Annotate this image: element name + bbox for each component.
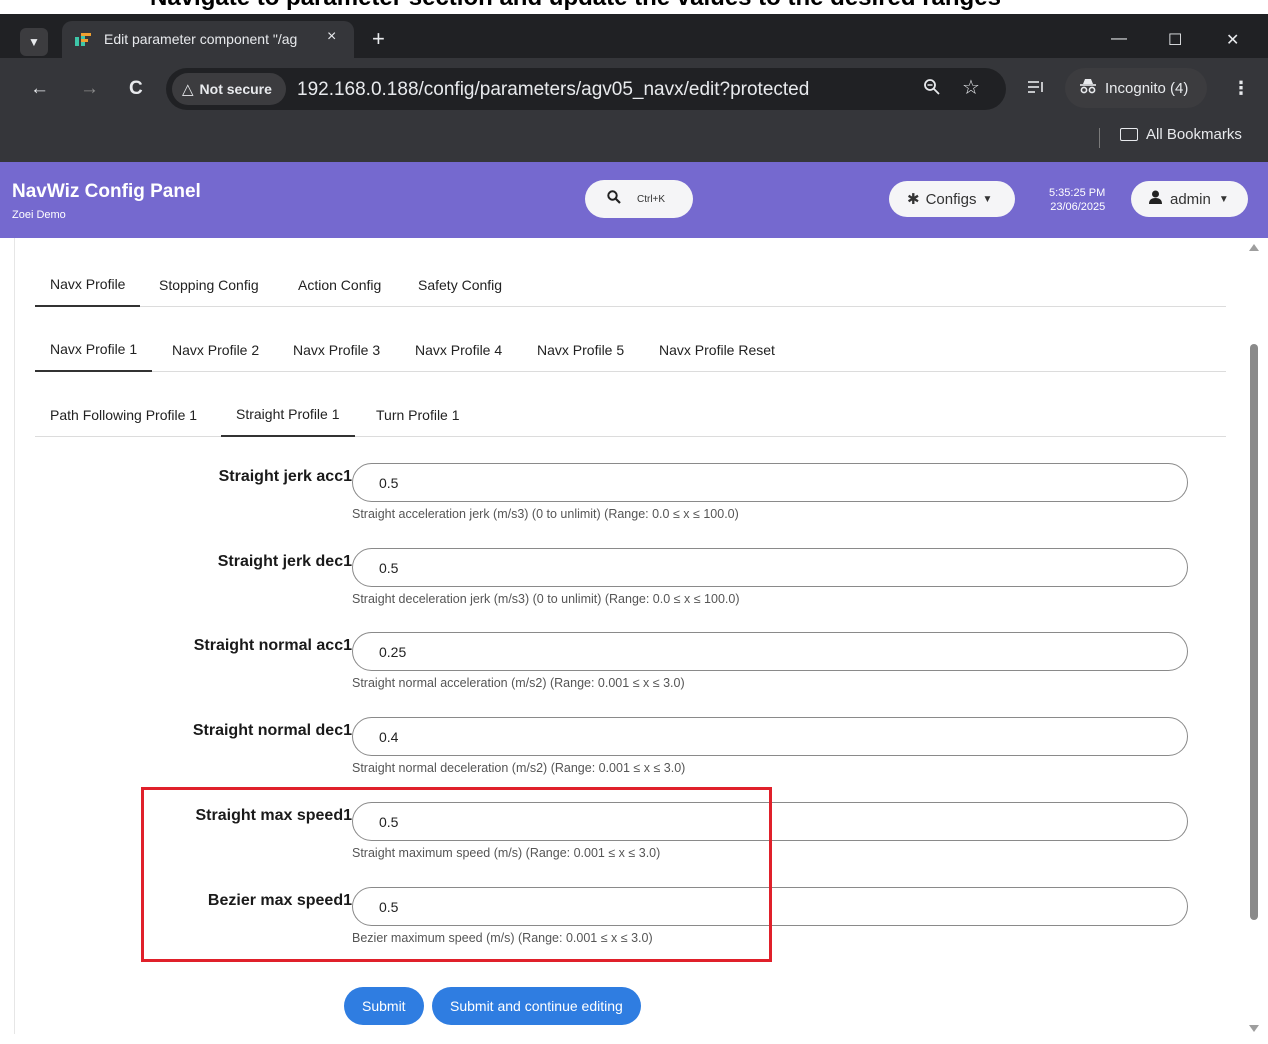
browser-tab-active[interactable]: Edit parameter component "/ag × (62, 21, 354, 58)
tab-navx-profile-1[interactable]: Navx Profile 1 (35, 327, 153, 372)
tab-navx-profile-2[interactable]: Navx Profile 2 (157, 327, 274, 372)
minimize-icon[interactable]: — (1111, 30, 1127, 48)
forward-icon[interactable]: → (80, 78, 99, 100)
navwiz-favicon-icon (75, 33, 91, 46)
incognito-button[interactable]: Incognito (4) (1065, 68, 1207, 108)
search-button[interactable]: Ctrl+K (585, 180, 693, 218)
bookmark-star-icon[interactable]: ☆ (962, 75, 980, 100)
browser-menu-icon[interactable]: ⋮ (1232, 78, 1250, 99)
tab-navx-profile[interactable]: Navx Profile (35, 262, 141, 307)
tabs-level1: Navx Profile Stopping Config Action Conf… (35, 262, 1226, 307)
maximize-icon[interactable]: ☐ (1168, 30, 1182, 50)
submit-and-continue-button[interactable]: Submit and continue editing (432, 987, 641, 1025)
all-bookmarks-label: All Bookmarks (1146, 126, 1242, 143)
straight-normal-acc1-input[interactable] (352, 632, 1188, 671)
app-title[interactable]: NavWiz Config Panel (12, 181, 201, 203)
caption-text: Navigate to parameter section and update… (150, 0, 1001, 12)
all-bookmarks-button[interactable]: All Bookmarks (1120, 126, 1242, 143)
tab-navx-profile-reset[interactable]: Navx Profile Reset (644, 327, 790, 372)
datetime-display: 5:35:25 PM 23/06/2025 (1049, 186, 1105, 214)
tab-turn-profile-1[interactable]: Turn Profile 1 (361, 392, 475, 437)
security-label: Not secure (199, 81, 272, 97)
tab-action-config[interactable]: Action Config (283, 262, 396, 307)
warning-triangle-icon: △ (182, 81, 194, 98)
tab-stopping-config[interactable]: Stopping Config (144, 262, 274, 307)
configs-dropdown-button[interactable]: ✱ Configs ▼ (889, 181, 1015, 217)
user-menu-button[interactable]: admin ▼ (1131, 181, 1248, 217)
configs-label: Configs (925, 190, 977, 208)
tab-title: Edit parameter component "/ag (104, 31, 298, 47)
field-straight-normal-dec1: Straight normal dec1 Straight normal dec… (15, 717, 1245, 797)
page-scrollbar[interactable] (1244, 238, 1264, 1034)
highlight-annotation-box (141, 787, 772, 962)
tab-navx-profile-3[interactable]: Navx Profile 3 (278, 327, 395, 372)
scroll-thumb[interactable] (1250, 344, 1258, 920)
tab-strip: ▼ Edit parameter component "/ag × + — ☐ … (0, 14, 1268, 58)
caption-strip: Navigate to parameter section and update… (0, 0, 1268, 14)
url-text[interactable]: 192.168.0.188/config/parameters/agv05_na… (297, 79, 809, 101)
time-text: 5:35:25 PM (1049, 187, 1106, 199)
app-header: NavWiz Config Panel Zoei Demo Ctrl+K ✱ C… (0, 162, 1268, 238)
back-icon[interactable]: ← (30, 78, 49, 100)
tab-navx-profile-5[interactable]: Navx Profile 5 (522, 327, 639, 372)
field-label: Straight jerk dec1 (217, 553, 352, 570)
incognito-icon (1079, 78, 1097, 98)
tab-path-following-profile-1[interactable]: Path Following Profile 1 (35, 392, 212, 437)
field-label: Straight normal acc1 (193, 637, 352, 654)
app-subtitle: Zoei Demo (12, 209, 66, 221)
incognito-label: Incognito (4) (1105, 79, 1189, 97)
gear-icon: ✱ (907, 191, 920, 208)
field-straight-jerk-dec1: Straight jerk dec1 Straight deceleration… (15, 548, 1245, 628)
tab-navx-profile-4[interactable]: Navx Profile 4 (400, 327, 517, 372)
user-name: admin (1170, 190, 1211, 208)
reading-list-icon[interactable] (1028, 78, 1044, 99)
field-help: Straight deceleration jerk (m/s3) (0 to … (352, 592, 740, 606)
tab-straight-profile-1[interactable]: Straight Profile 1 (221, 392, 355, 437)
field-straight-jerk-acc1: Straight jerk acc1 Straight acceleration… (15, 463, 1245, 543)
date-text: 23/06/2025 (1050, 201, 1106, 213)
reload-icon[interactable]: C (129, 78, 143, 100)
straight-jerk-acc1-input[interactable] (352, 463, 1188, 502)
new-tab-button[interactable]: + (372, 26, 385, 52)
browser-toolbar: ← → C △ Not secure 192.168.0.188/config/… (0, 58, 1268, 120)
zoom-icon[interactable] (923, 78, 941, 101)
tab-search-dropdown-icon[interactable]: ▼ (20, 28, 48, 56)
tabs-level2: Navx Profile 1 Navx Profile 2 Navx Profi… (35, 327, 1226, 372)
search-shortcut: Ctrl+K (637, 193, 666, 205)
field-help: Straight normal deceleration (m/s2) (Ran… (352, 761, 686, 775)
field-help: Straight acceleration jerk (m/s3) (0 to … (352, 507, 739, 521)
bookmarks-separator (1099, 128, 1100, 148)
field-label: Straight normal dec1 (192, 722, 352, 739)
tab-close-icon[interactable]: × (327, 28, 336, 46)
scroll-up-arrow-icon[interactable] (1249, 244, 1259, 251)
security-chip[interactable]: △ Not secure (172, 73, 286, 105)
tabs-level3: Path Following Profile 1 Straight Profil… (35, 392, 1226, 437)
search-icon (607, 189, 621, 209)
field-help: Straight normal acceleration (m/s2) (Ran… (352, 676, 685, 690)
main-content: Navx Profile Stopping Config Action Conf… (14, 238, 1244, 1034)
tab-safety-config[interactable]: Safety Config (403, 262, 517, 307)
address-bar[interactable]: △ Not secure 192.168.0.188/config/parame… (166, 68, 1006, 110)
scroll-down-arrow-icon[interactable] (1249, 1025, 1259, 1032)
straight-normal-dec1-input[interactable] (352, 717, 1188, 756)
field-label: Straight jerk acc1 (218, 468, 352, 485)
chevron-down-icon: ▼ (1218, 193, 1229, 205)
user-icon (1149, 190, 1162, 208)
submit-button[interactable]: Submit (344, 987, 424, 1025)
straight-jerk-dec1-input[interactable] (352, 548, 1188, 587)
bookmarks-bar: All Bookmarks (0, 120, 1268, 162)
chevron-down-icon: ▼ (982, 193, 993, 205)
field-straight-normal-acc1: Straight normal acc1 Straight normal acc… (15, 632, 1245, 712)
close-window-icon[interactable]: ✕ (1226, 30, 1239, 50)
folder-icon (1120, 128, 1138, 141)
